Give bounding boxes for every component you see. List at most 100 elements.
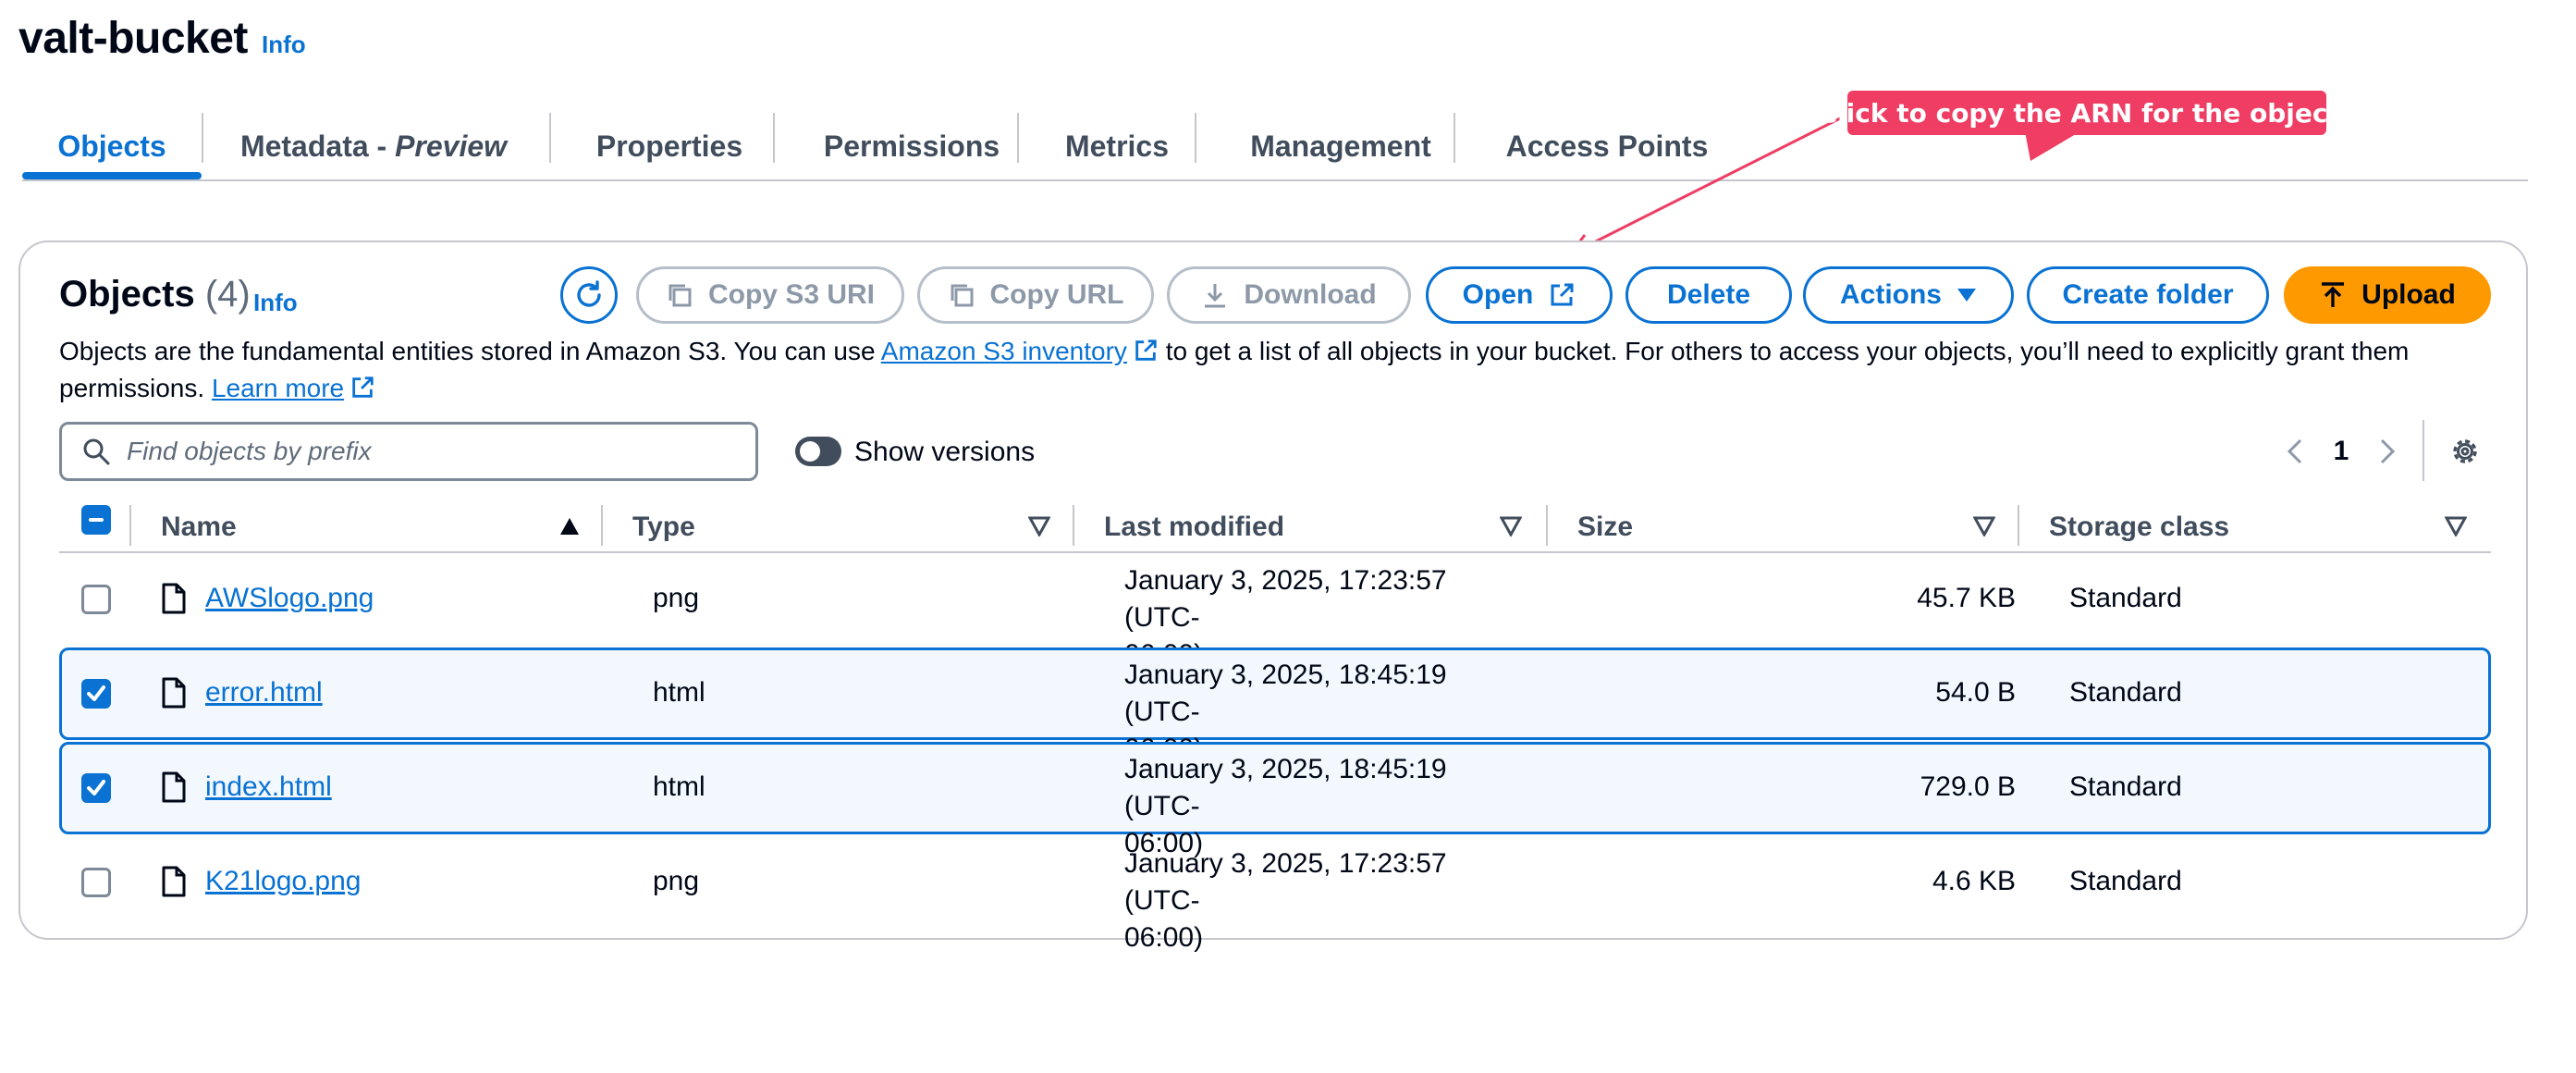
last-modified-line1: January 3, 2025, 18:45:19 (UTC- (1124, 754, 1447, 821)
copy-s3-uri-label: Copy S3 URI (707, 279, 876, 310)
row-checkbox[interactable] (81, 585, 111, 614)
tab-preview-label: Preview (395, 129, 508, 163)
objects-count: (4) (204, 274, 251, 314)
create-folder-label: Create folder (2062, 279, 2234, 310)
row-checkbox[interactable] (81, 679, 111, 709)
download-button[interactable]: Download (1167, 266, 1411, 324)
previous-page-button[interactable] (2276, 426, 2313, 477)
select-all-checkbox[interactable] (81, 505, 111, 535)
show-versions-toggle[interactable] (795, 437, 841, 466)
table-row[interactable]: error.html html January 3, 2025, 18:45:1… (59, 648, 2491, 764)
tab-access-points[interactable]: Access Points (1470, 118, 1744, 174)
show-versions-label: Show versions (854, 437, 1036, 467)
table-row[interactable]: AWSlogo.png png January 3, 2025, 17:23:5… (59, 553, 2491, 670)
column-divider (601, 505, 603, 546)
copy-icon (669, 284, 692, 307)
refresh-button[interactable] (560, 266, 618, 324)
sort-icon[interactable] (2445, 516, 2467, 536)
object-last-modified: January 3, 2025, 17:23:57 (UTC- 06:00) (1124, 845, 1513, 956)
actions-dropdown-button[interactable]: Actions (1803, 266, 2014, 324)
chevron-left-icon (2287, 438, 2302, 464)
row-checkbox[interactable] (81, 868, 111, 897)
last-modified-line1: January 3, 2025, 17:23:57 (UTC- (1124, 848, 1447, 916)
copy-icon (951, 284, 973, 307)
open-button[interactable]: Open (1426, 266, 1613, 324)
column-divider (1546, 505, 1548, 546)
column-header-type[interactable]: Type (632, 501, 695, 553)
objects-panel: Objects (4) Info Copy S3 URI Copy URL Do… (18, 240, 2528, 953)
tab-metadata-label: Metadata - (239, 129, 396, 163)
toggle-knob (800, 441, 820, 462)
copy-url-button[interactable]: Copy URL (917, 266, 1154, 324)
object-name-link[interactable]: error.html (205, 677, 323, 709)
tab-permissions[interactable]: Permissions (790, 118, 1034, 174)
create-folder-button[interactable]: Create folder (2027, 266, 2269, 324)
external-link-icon (1135, 339, 1157, 361)
open-label: Open (1462, 279, 1534, 310)
tab-objects[interactable]: Objects (22, 118, 202, 174)
sort-icon[interactable] (1500, 516, 1522, 536)
file-icon (162, 583, 186, 614)
search-box[interactable] (59, 422, 758, 481)
tab-divider (202, 113, 203, 163)
column-divider (1073, 505, 1074, 546)
object-size: 4.6 KB (1932, 866, 2016, 896)
chevron-right-icon (2380, 438, 2396, 464)
column-header-size[interactable]: Size (1577, 501, 1633, 553)
download-label: Download (1244, 279, 1377, 310)
checkmark-icon (87, 685, 105, 701)
tab-properties[interactable]: Properties (566, 118, 773, 174)
column-divider (129, 505, 131, 546)
next-page-button[interactable] (2369, 426, 2406, 477)
column-divider (2018, 505, 2019, 546)
object-type: png (653, 866, 700, 896)
object-name-link[interactable]: AWSlogo.png (205, 583, 374, 614)
checkmark-icon (87, 780, 105, 796)
object-name-link[interactable]: index.html (205, 771, 332, 803)
tab-divider (1017, 113, 1019, 163)
copy-s3-uri-button[interactable]: Copy S3 URI (636, 266, 904, 324)
learn-more-link[interactable]: Learn more (212, 374, 344, 402)
active-tab-indicator (22, 172, 202, 179)
tab-divider (1454, 113, 1455, 163)
tab-management[interactable]: Management (1215, 118, 1466, 174)
table-row[interactable]: index.html html January 3, 2025, 18:45:1… (59, 742, 2491, 858)
file-icon (162, 771, 186, 803)
sort-icon[interactable] (1028, 516, 1050, 536)
tab-metadata-preview[interactable]: Metadata - Preview (216, 118, 531, 174)
indeterminate-mark-icon (89, 518, 104, 522)
copy-url-label: Copy URL (989, 279, 1124, 310)
file-icon (162, 677, 186, 709)
table-row[interactable]: K21logo.png png January 3, 2025, 17:23:5… (59, 836, 2491, 953)
object-size: 729.0 B (1920, 771, 2016, 802)
last-modified-line1: January 3, 2025, 18:45:19 (UTC- (1124, 660, 1447, 727)
upload-button[interactable]: Upload (2284, 266, 2491, 324)
delete-button[interactable]: Delete (1625, 266, 1792, 324)
tab-divider (1195, 113, 1196, 163)
last-modified-line2: 06:00) (1124, 922, 1204, 953)
bucket-info-link[interactable]: Info (262, 31, 306, 59)
tab-divider (773, 113, 775, 163)
annotation-callout: Click to copy the ARN for the objects (1819, 91, 2356, 135)
tab-metrics[interactable]: Metrics (1036, 118, 1198, 174)
row-checkbox[interactable] (81, 773, 111, 803)
column-header-last-modified[interactable]: Last modified (1104, 501, 1284, 553)
file-icon (162, 866, 186, 897)
tab-divider (549, 113, 551, 163)
search-input[interactable] (127, 437, 718, 466)
gear-icon[interactable] (2447, 433, 2484, 470)
objects-heading: Objects (4) (59, 274, 251, 315)
sort-ascending-icon[interactable] (558, 516, 581, 536)
page-number-button[interactable]: 1 (2325, 426, 2358, 477)
search-icon (83, 438, 110, 465)
actions-label: Actions (1839, 279, 1942, 310)
sort-icon[interactable] (1973, 516, 1995, 536)
column-header-storage-class[interactable]: Storage class (2049, 501, 2229, 553)
object-name-link[interactable]: K21logo.png (205, 866, 362, 897)
objects-info-link[interactable]: Info (253, 289, 298, 317)
column-header-name[interactable]: Name (161, 501, 237, 553)
caret-down-icon (1957, 289, 1976, 302)
upload-label: Upload (2361, 279, 2456, 310)
s3-inventory-link[interactable]: Amazon S3 inventory (881, 337, 1127, 365)
last-modified-line1: January 3, 2025, 17:23:57 (UTC- (1124, 565, 1447, 633)
